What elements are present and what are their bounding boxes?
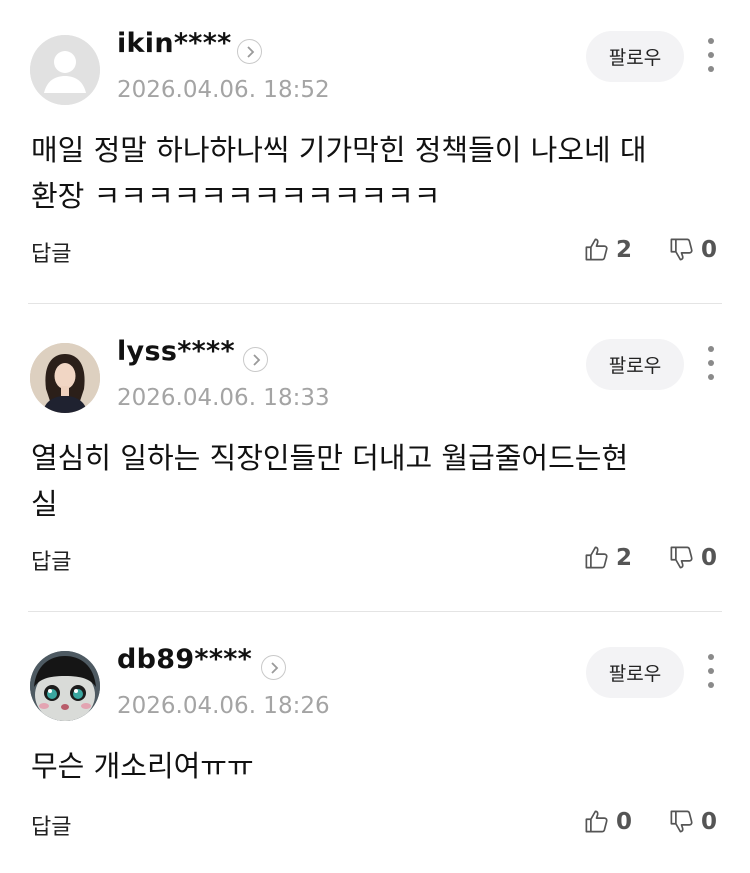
dislike-button[interactable]: 0 xyxy=(668,544,717,571)
like-count: 0 xyxy=(616,808,633,835)
comment-text: 열심히 일하는 직장인들만 더내고 월급줄어드는현 실 xyxy=(31,435,711,527)
like-button[interactable]: 0 xyxy=(583,808,632,835)
comment-item: db89**** 2026.04.06. 18:26 팔로우 무슨 개소리여ㅠㅠ… xyxy=(0,616,750,873)
comment-text-line: 환장 ㅋㅋㅋㅋㅋㅋㅋㅋㅋㅋㅋㅋㅋ xyxy=(31,179,441,213)
follow-button[interactable]: 팔로우 xyxy=(586,647,684,698)
more-options-icon[interactable] xyxy=(697,38,725,72)
dislike-count: 0 xyxy=(701,544,718,571)
comment-item: lyss**** 2026.04.06. 18:33 팔로우 열심히 일하는 직… xyxy=(0,308,750,612)
comment-item: ikin**** 2026.04.06. 18:52 팔로우 매일 정말 하나하… xyxy=(0,0,750,304)
dislike-button[interactable]: 0 xyxy=(668,808,717,835)
comment-text: 무슨 개소리여ㅠㅠ xyxy=(31,743,711,789)
thumbs-up-icon xyxy=(585,546,608,569)
cartoon-face-avatar[interactable] xyxy=(30,651,100,721)
chevron-right-icon[interactable] xyxy=(261,655,286,680)
comment-text-line: 무슨 개소리여ㅠㅠ xyxy=(31,749,254,783)
like-count: 2 xyxy=(616,236,633,263)
profile-photo[interactable] xyxy=(30,343,100,413)
reply-button[interactable]: 답글 xyxy=(31,236,71,268)
thumbs-up-icon xyxy=(585,238,608,261)
follow-button[interactable]: 팔로우 xyxy=(586,339,684,390)
more-options-icon[interactable] xyxy=(697,654,725,688)
timestamp: 2026.04.06. 18:26 xyxy=(117,693,330,719)
comment-text-line: 열심히 일하는 직장인들만 더내고 월급줄어드는현 xyxy=(31,441,629,475)
thumbs-up-icon xyxy=(585,810,608,833)
reply-button[interactable]: 답글 xyxy=(31,809,71,841)
follow-button[interactable]: 팔로우 xyxy=(586,31,684,82)
thumbs-down-icon xyxy=(670,810,693,833)
like-count: 2 xyxy=(616,544,633,571)
timestamp: 2026.04.06. 18:52 xyxy=(117,77,330,103)
username[interactable]: ikin**** xyxy=(117,28,232,59)
more-options-icon[interactable] xyxy=(697,346,725,380)
divider xyxy=(28,611,722,612)
comment-text-line: 매일 정말 하나하나씩 기가막힌 정책들이 나오네 대 xyxy=(31,133,647,167)
dislike-count: 0 xyxy=(701,808,718,835)
reply-button[interactable]: 답글 xyxy=(31,544,71,576)
dislike-count: 0 xyxy=(701,236,718,263)
like-button[interactable]: 2 xyxy=(583,236,632,263)
thumbs-down-icon xyxy=(670,546,693,569)
divider xyxy=(28,303,722,304)
comment-text-line: 실 xyxy=(31,487,58,521)
username[interactable]: lyss**** xyxy=(117,336,235,367)
thumbs-down-icon xyxy=(670,238,693,261)
chevron-right-icon[interactable] xyxy=(237,39,262,64)
dislike-button[interactable]: 0 xyxy=(668,236,717,263)
default-avatar-icon[interactable] xyxy=(30,35,100,105)
timestamp: 2026.04.06. 18:33 xyxy=(117,385,330,411)
comment-text: 매일 정말 하나하나씩 기가막힌 정책들이 나오네 대 환장 ㅋㅋㅋㅋㅋㅋㅋㅋㅋ… xyxy=(31,127,711,219)
chevron-right-icon[interactable] xyxy=(243,347,268,372)
username[interactable]: db89**** xyxy=(117,644,252,675)
like-button[interactable]: 2 xyxy=(583,544,632,571)
